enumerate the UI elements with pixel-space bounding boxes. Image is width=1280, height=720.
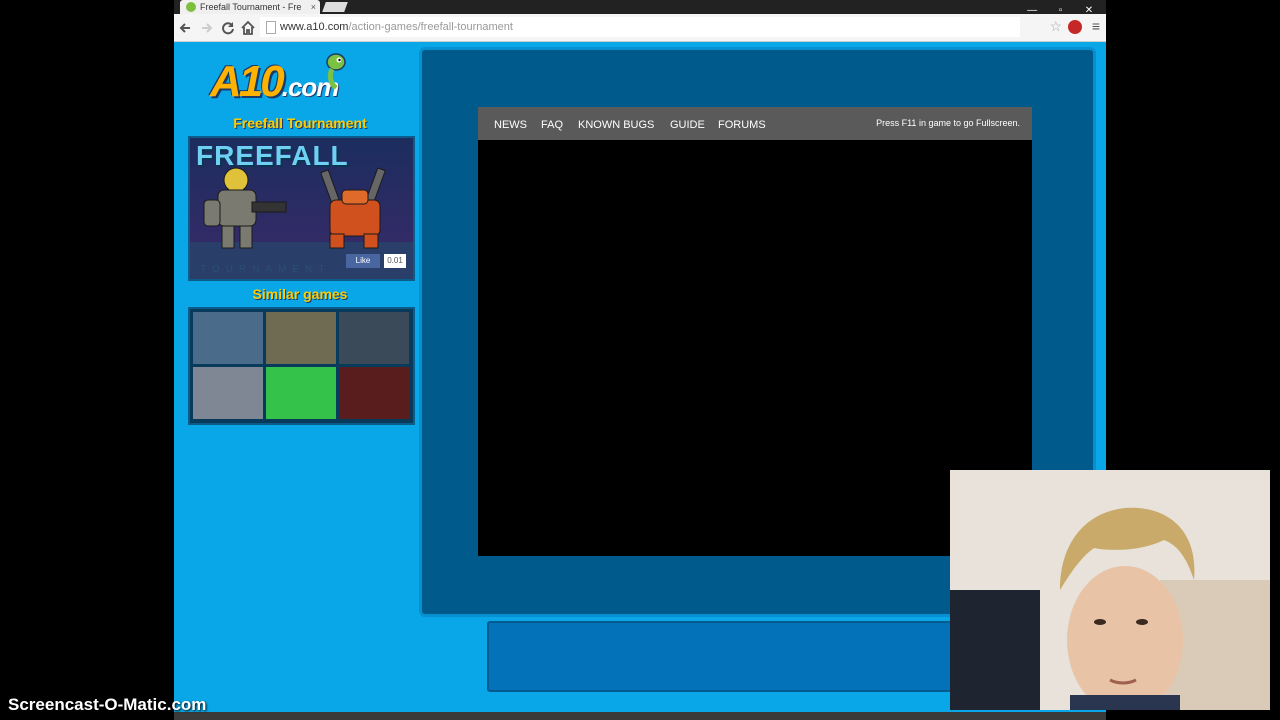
webcam-person-image — [950, 470, 1270, 710]
nav-faq-link[interactable]: FAQ — [541, 107, 563, 143]
tab-close-icon[interactable]: × — [311, 0, 316, 14]
game-frame[interactable]: NEWS FAQ KNOWN BUGS GUIDE FORUMS Press F… — [478, 107, 1032, 556]
facebook-like-button[interactable]: Like — [346, 254, 380, 268]
similar-games-title: Similar games — [252, 286, 348, 302]
cartoon-war-thumb[interactable] — [266, 367, 336, 419]
facebook-like-count: 0.01 — [384, 254, 406, 268]
game-nav-bar: NEWS FAQ KNOWN BUGS GUIDE FORUMS Press F… — [478, 107, 1032, 140]
favicon-icon — [186, 2, 196, 12]
window-controls: — ▫ ✕ — [1019, 0, 1100, 16]
nav-news-link[interactable]: NEWS — [494, 107, 527, 143]
gecko-mascot-icon — [326, 53, 346, 89]
fullscreen-hint: Press F11 in game to go Fullscreen. — [876, 118, 1020, 128]
forward-arrow-icon[interactable] — [196, 18, 216, 38]
reload-icon[interactable] — [218, 18, 238, 38]
army-shooter-thumb[interactable] — [266, 312, 336, 364]
banner-title: FREEFALL — [196, 140, 349, 171]
back-arrow-icon[interactable] — [176, 18, 196, 38]
menu-icon[interactable]: ≡ — [1092, 18, 1100, 34]
dragon-fighter-thumb[interactable] — [193, 312, 263, 364]
nav-guide-link[interactable]: GUIDE — [670, 107, 705, 143]
mad-god-thumb[interactable] — [339, 367, 409, 419]
extension-icon[interactable] — [1068, 20, 1082, 34]
helicopter-thumb[interactable] — [193, 367, 263, 419]
nav-forums-link[interactable]: FORUMS — [718, 107, 766, 143]
taskbar — [174, 712, 1106, 720]
similar-games-grid — [188, 307, 415, 425]
tab-strip: Freefall Tournament - Fre × — ▫ ✕ — [174, 0, 1106, 16]
bottom-ad-panel — [487, 621, 952, 692]
nav-known-bugs-link[interactable]: KNOWN BUGS — [578, 107, 654, 143]
browser-tab[interactable]: Freefall Tournament - Fre × — [180, 0, 320, 14]
game-title: Freefall Tournament — [233, 115, 367, 131]
home-icon[interactable] — [238, 18, 258, 38]
screencast-watermark: Screencast-O-Matic.com — [8, 695, 207, 714]
address-bar[interactable]: www.a10.com/action-games/freefall-tourna… — [260, 17, 1020, 37]
browser-toolbar: www.a10.com/action-games/freefall-tourna… — [174, 14, 1106, 42]
webcam-overlay — [950, 470, 1270, 710]
page-icon — [266, 21, 276, 34]
star-icon[interactable]: ☆ — [1049, 18, 1062, 35]
sniper-thumb[interactable] — [339, 312, 409, 364]
tab-title: Freefall Tournament - Fre — [200, 2, 302, 12]
new-tab-button[interactable] — [322, 2, 348, 12]
banner-subtitle: TOURNAMENT — [200, 264, 331, 275]
url-text: www.a10.com/action-games/freefall-tourna… — [280, 21, 513, 33]
game-banner[interactable]: FREEFALL TOURNAMENT Like 0.01 — [188, 136, 415, 281]
a10-logo[interactable]: A10.com — [210, 53, 390, 113]
